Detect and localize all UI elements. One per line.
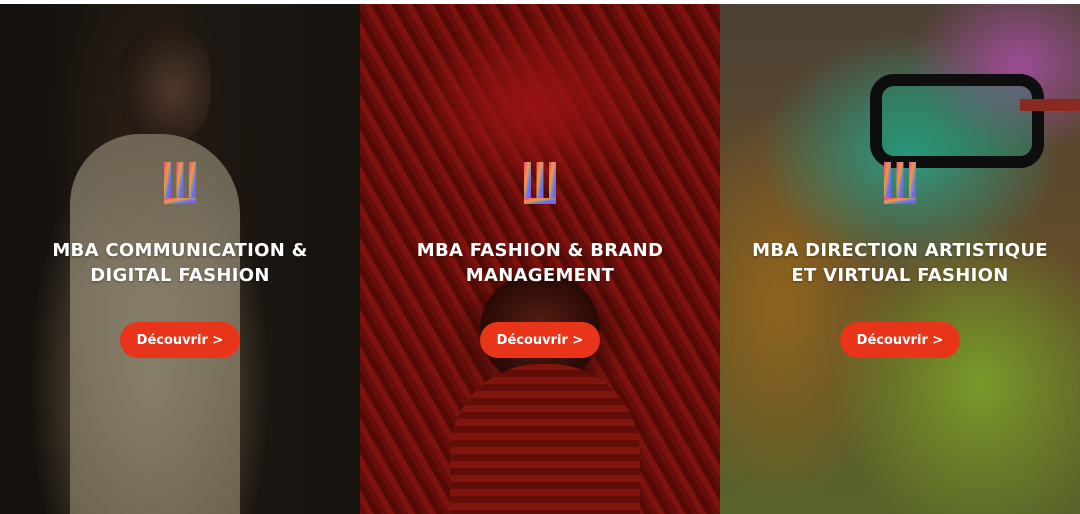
discover-button[interactable]: Découvrir > xyxy=(840,322,960,358)
discover-button[interactable]: Découvrir > xyxy=(120,322,240,358)
program-title: MBA COMMUNICATION & DIGITAL FASHION xyxy=(52,240,308,286)
brand-logo-icon xyxy=(164,162,196,204)
brand-logo-icon xyxy=(524,162,556,204)
program-cards: MBA COMMUNICATION & DIGITAL FASHION Déco… xyxy=(0,4,1080,514)
program-title: MBA FASHION & BRAND MANAGEMENT xyxy=(416,240,664,286)
program-card-fashion-brand-management[interactable]: MBA FASHION & BRAND MANAGEMENT Découvrir… xyxy=(360,4,720,514)
program-title: MBA DIRECTION ARTISTIQUE ET VIRTUAL FASH… xyxy=(752,240,1048,286)
program-card-direction-artistique-virtual-fashion[interactable]: MBA DIRECTION ARTISTIQUE ET VIRTUAL FASH… xyxy=(720,4,1080,514)
program-card-communication-digital-fashion[interactable]: MBA COMMUNICATION & DIGITAL FASHION Déco… xyxy=(0,4,360,514)
discover-button[interactable]: Découvrir > xyxy=(480,322,600,358)
brand-logo-icon xyxy=(884,162,916,204)
